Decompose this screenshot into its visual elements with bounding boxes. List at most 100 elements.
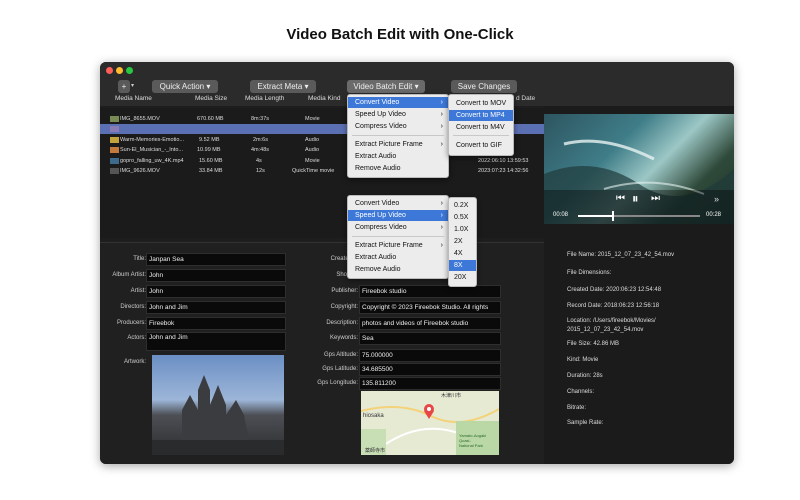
- menu-item-speed-8x[interactable]: 8X: [449, 260, 476, 271]
- chevron-right-icon: ›: [440, 200, 443, 207]
- gps-longitude-field[interactable]: 135.811200: [359, 377, 501, 390]
- table-row[interactable]: IMG_9626.MOV 33.84 MB 12s QuickTime movi…: [100, 166, 544, 176]
- artwork-label: Artwork:: [123, 359, 146, 365]
- menu-item-speed-up-video[interactable]: Speed Up Video ›: [348, 109, 448, 120]
- menu-separator: [453, 135, 509, 136]
- extract-meta-button[interactable]: Extract Meta ▾: [250, 80, 316, 93]
- menu-item-speed-2x[interactable]: 2X: [449, 236, 476, 247]
- menu-item-speed-0-5x[interactable]: 0.5X: [449, 212, 476, 223]
- page-headline: Video Batch Edit with One-Click: [286, 26, 514, 43]
- row-name: IMG_9626.MOV: [120, 168, 160, 174]
- producers-label: Producers:: [116, 320, 146, 326]
- chevron-right-icon: ›: [440, 224, 443, 231]
- keywords-field[interactable]: Sea: [359, 332, 501, 345]
- col-media-size[interactable]: Media Size: [195, 95, 227, 102]
- menu-item-convert-m4v[interactable]: Convert to M4V: [449, 122, 513, 133]
- title-bar: [100, 62, 734, 80]
- record-date-info: Record Date: 2018:06:23 12:56:18: [567, 303, 660, 309]
- gps-latitude-label: Gps Latitude:: [322, 366, 358, 372]
- progress-knob[interactable]: [611, 211, 614, 221]
- map-label: Yamato-Aogaki Quasi- National Park: [459, 433, 487, 448]
- menu-item-extract-picture-frame[interactable]: Extract Picture Frame ›: [348, 240, 448, 251]
- copyright-field[interactable]: Copyright © 2023 Fireebok Studio. All ri…: [359, 301, 501, 314]
- menu-item-speed-1x[interactable]: 1.0X: [449, 224, 476, 235]
- bitrate-info: Bitrate:: [567, 405, 587, 411]
- menu-separator: [352, 236, 444, 237]
- gps-longitude-label: Gps Longitude:: [317, 380, 358, 386]
- zoom-window-button[interactable]: [126, 67, 133, 74]
- title-label: Title:: [133, 256, 146, 262]
- producers-field[interactable]: Fireebok: [146, 317, 286, 330]
- menu-item-compress-video[interactable]: Compress Video ›: [348, 222, 448, 233]
- gps-altitude-field[interactable]: 75.000000: [359, 349, 501, 362]
- video-preview[interactable]: ⏮ ⏸ ⏭ » 00:08 00:28: [544, 114, 734, 224]
- thumbnail: [110, 168, 119, 174]
- menu-item-speed-0-2x[interactable]: 0.2X: [449, 200, 476, 211]
- gps-latitude-field[interactable]: 34.685500: [359, 363, 501, 376]
- minimize-window-button[interactable]: [116, 67, 123, 74]
- col-date[interactable]: d Date: [516, 95, 535, 102]
- menu-item-convert-mp4[interactable]: Convert to MP4: [449, 110, 513, 121]
- col-media-kind[interactable]: Media Kind: [308, 95, 341, 102]
- skip-forward-icon[interactable]: ⏭: [651, 193, 660, 204]
- row-length: 4m:48s: [251, 147, 270, 153]
- keywords-label: Keywords:: [329, 335, 358, 341]
- row-length: 12s: [256, 168, 265, 174]
- menu-item-compress-video[interactable]: Compress Video ›: [348, 121, 448, 132]
- thumbnail: [110, 126, 119, 132]
- col-media-name[interactable]: Media Name: [115, 95, 152, 102]
- add-icon: +: [121, 82, 127, 91]
- menu-item-speed-20x[interactable]: 20X: [449, 272, 476, 283]
- menu-item-label: Convert Video: [355, 99, 400, 106]
- add-dropdown-icon[interactable]: ▾: [131, 82, 134, 89]
- menu-item-remove-audio[interactable]: Remove Audio: [348, 163, 448, 174]
- menu-item-convert-video[interactable]: Convert Video ›: [348, 198, 448, 209]
- menu-item-remove-audio[interactable]: Remove Audio: [348, 264, 448, 275]
- close-window-button[interactable]: [106, 67, 113, 74]
- add-button[interactable]: +: [118, 80, 130, 93]
- skip-back-icon[interactable]: ⏮: [616, 193, 625, 204]
- gps-altitude-label: Gps Altitude:: [323, 352, 358, 358]
- row-size: 15.60 MB: [199, 158, 223, 164]
- actors-field[interactable]: John and Jim: [146, 332, 286, 351]
- menu-item-convert-video[interactable]: Convert Video ›: [348, 97, 448, 108]
- publisher-label: Publisher:: [331, 288, 358, 294]
- menu-item-extract-audio[interactable]: Extract Audio: [348, 151, 448, 162]
- row-kind: Audio: [305, 147, 320, 153]
- artwork-image[interactable]: [152, 355, 284, 455]
- copyright-label: Copyright:: [330, 304, 358, 310]
- table-row[interactable]: gopro_falling_uw_4K.mp4 15.60 MB 4s Movi…: [100, 156, 544, 166]
- menu-item-convert-mov[interactable]: Convert to MOV: [449, 98, 513, 109]
- quick-action-button[interactable]: Quick Action ▾: [152, 80, 218, 93]
- map-label: 木津川市: [441, 393, 462, 399]
- speed-submenu: 0.2X 0.5X 1.0X 2X 4X 8X 20X: [448, 197, 477, 287]
- app-window: + ▾ Quick Action ▾ Extract Meta ▾ Video …: [100, 62, 734, 464]
- menu-item-speed-up-video[interactable]: Speed Up Video ›: [348, 210, 448, 221]
- chevron-right-icon: ›: [440, 111, 443, 118]
- description-field[interactable]: photos and videos of Fireebok studio: [359, 317, 501, 330]
- artist-field[interactable]: John: [146, 285, 286, 298]
- directors-field[interactable]: John and Jim: [146, 301, 286, 314]
- location-map[interactable]: 木津川市 hiosaka Yamato-Aogaki Quasi- Nation…: [361, 391, 499, 455]
- menu-item-extract-picture-frame[interactable]: Extract Picture Frame ›: [348, 139, 448, 150]
- publisher-field[interactable]: Fireebok studio: [359, 285, 501, 298]
- progress-fill: [578, 215, 613, 217]
- row-date: 2022:06:10 13:59:53: [478, 158, 529, 164]
- col-media-length[interactable]: Media Length: [245, 95, 284, 102]
- pause-icon[interactable]: ⏸: [632, 191, 639, 207]
- sample-rate-info: Sample Rate:: [567, 420, 604, 426]
- file-size-info: File Size: 42.86 MB: [567, 341, 620, 347]
- row-kind: QuickTime movie: [292, 168, 335, 174]
- chevron-right-icon: ›: [440, 242, 443, 249]
- menu-item-label: Compress Video: [355, 224, 407, 231]
- album-artist-field[interactable]: John: [146, 269, 286, 282]
- menu-item-speed-4x[interactable]: 4X: [449, 248, 476, 259]
- title-field[interactable]: Janpan Sea: [146, 253, 286, 266]
- fast-forward-icon[interactable]: »: [714, 194, 719, 204]
- menu-item-extract-audio[interactable]: Extract Audio: [348, 252, 448, 263]
- current-time: 00:08: [553, 212, 569, 218]
- kind-info: Kind: Movie: [567, 357, 599, 363]
- save-changes-button[interactable]: Save Changes: [451, 80, 517, 93]
- menu-item-convert-gif[interactable]: Convert to GIF: [449, 140, 513, 151]
- video-batch-edit-button[interactable]: Video Batch Edit ▾: [347, 80, 425, 93]
